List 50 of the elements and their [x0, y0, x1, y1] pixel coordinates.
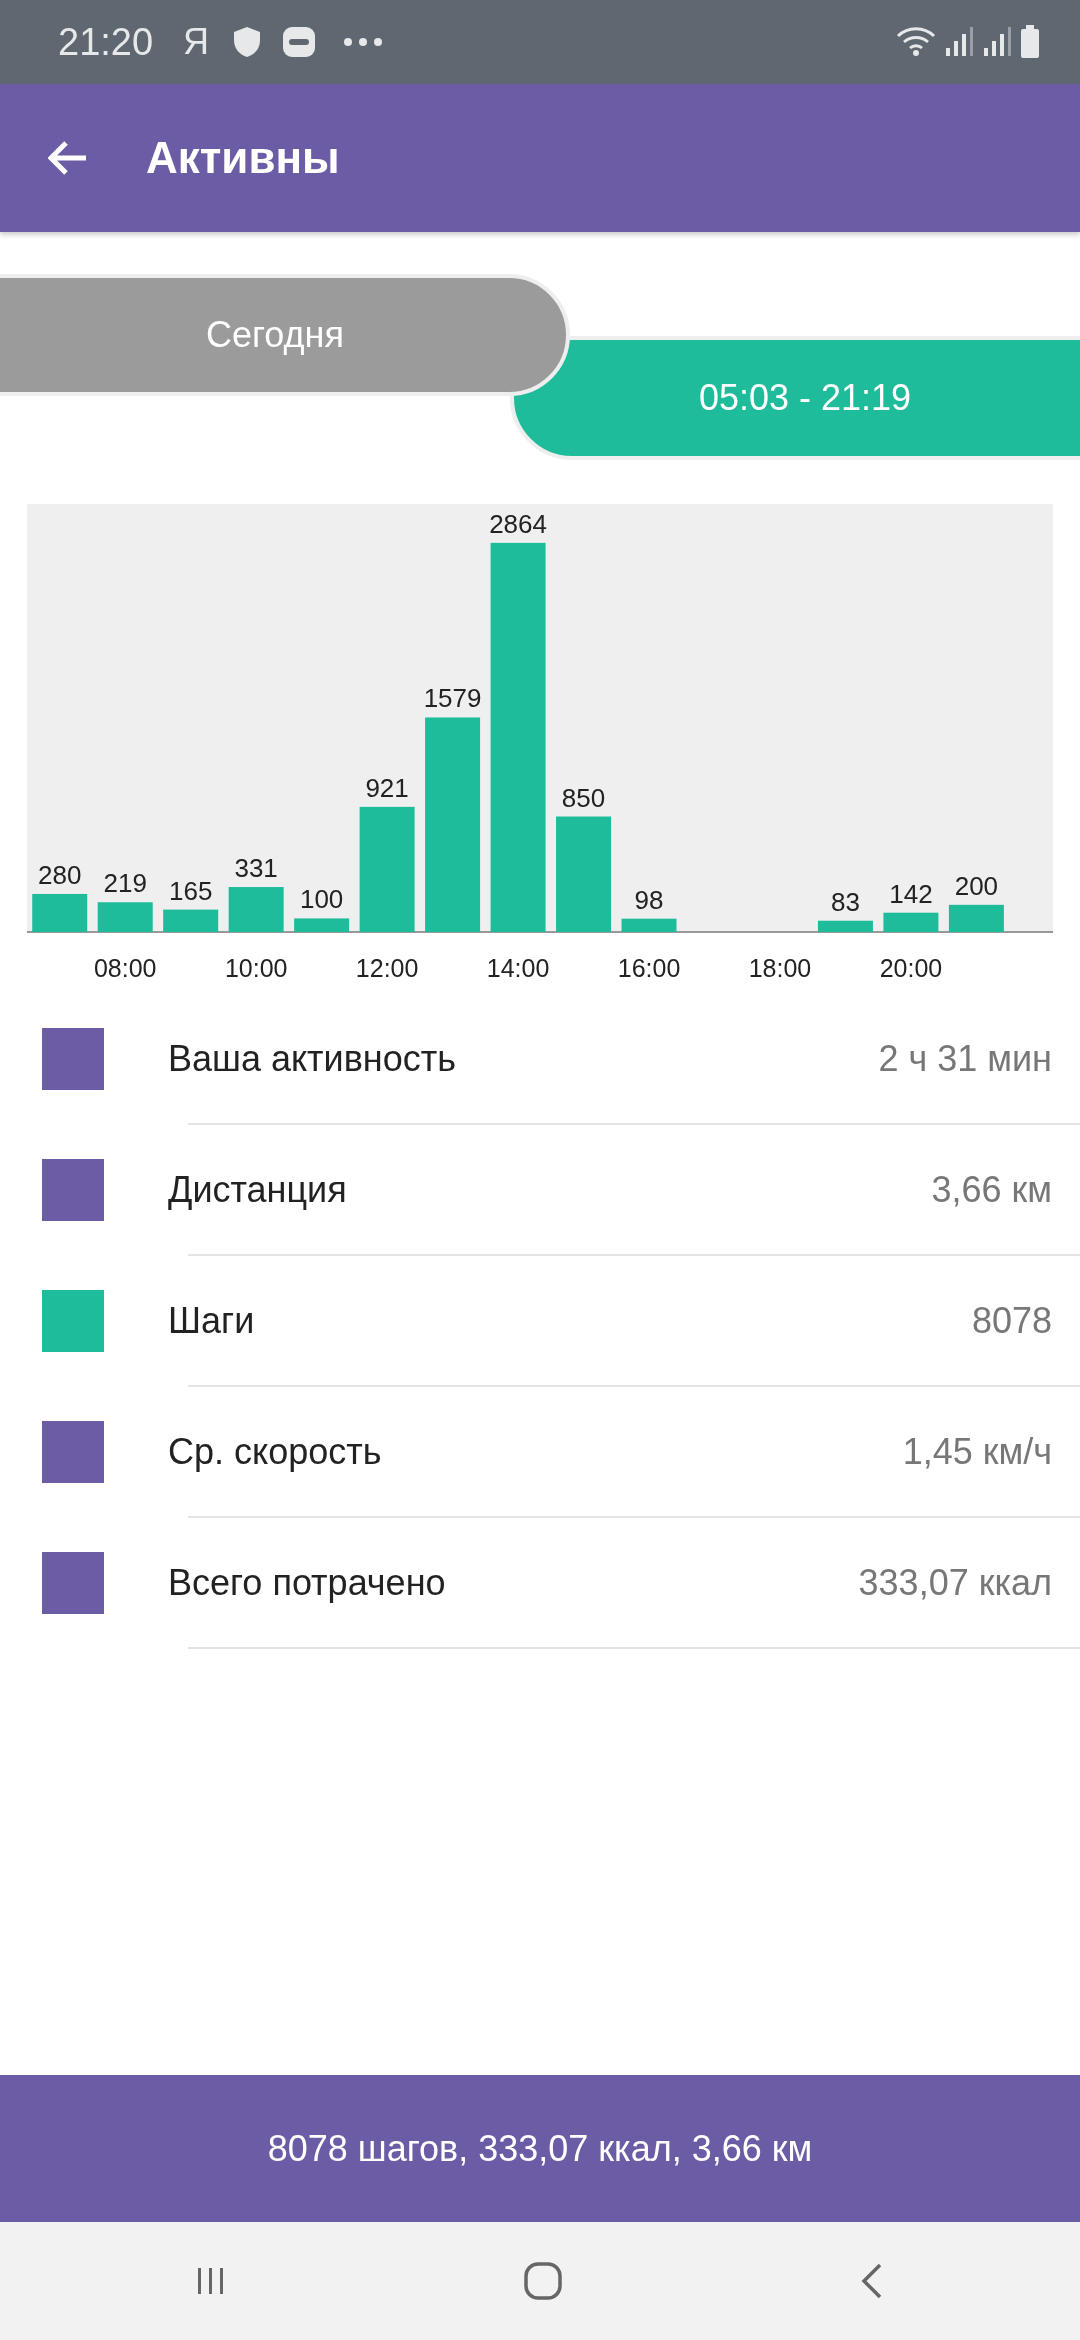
bar-value-label: 165: [169, 875, 213, 906]
axis-tick-label: 08:00: [93, 954, 157, 982]
bar-value-label: 142: [889, 878, 933, 909]
chart-bar: [97, 902, 153, 932]
bar-value-label: 2864: [489, 508, 547, 539]
home-icon[interactable]: [523, 2261, 563, 2301]
stat-label: Ваша активность: [168, 1036, 456, 1081]
bar-value-label: 98: [634, 884, 664, 915]
stat-label: Ср. скорость: [168, 1429, 382, 1474]
screen-title: Активны: [146, 132, 340, 184]
bar-value-label: 1579: [423, 683, 482, 714]
axis-tick-label: 18:00: [748, 954, 812, 982]
bar-value-label: 100: [299, 884, 344, 915]
more-icon: [343, 37, 384, 47]
stat-label: Всего потрачено: [168, 1560, 446, 1605]
chart-bar: [228, 887, 284, 932]
signal-icon: [944, 26, 974, 58]
status-time: 21:20: [58, 19, 154, 65]
axis-tick-label: 20:00: [879, 954, 943, 982]
day-button[interactable]: Сегодня: [0, 274, 570, 396]
battery-icon: [1020, 25, 1040, 59]
stat-label: Дистанция: [168, 1167, 347, 1212]
shield-icon: [233, 26, 262, 58]
chart-bar: [32, 893, 88, 932]
signal-icon: [982, 26, 1012, 58]
bar-value-label: 200: [954, 870, 999, 901]
bar-value-label: 219: [103, 868, 147, 899]
chart-bar: [163, 909, 219, 932]
bar-value-label: 331: [234, 853, 278, 884]
summary-text: 8078 шагов, 333,07 ккал, 3,66 км: [267, 2126, 813, 2171]
bar-value-label: 850: [561, 782, 606, 813]
stat-value: 3,66 км: [931, 1167, 1052, 1212]
bar-value-label: 83: [831, 886, 860, 917]
back-arrow-icon[interactable]: [48, 140, 88, 176]
stat-value: 333,07 ккал: [858, 1560, 1052, 1605]
axis-tick-label: 10:00: [224, 954, 288, 982]
axis-tick-label: 14:00: [486, 954, 550, 982]
chart-bar: [294, 918, 350, 932]
bar-value-label: 921: [365, 772, 409, 803]
wifi-icon: [896, 26, 936, 58]
back-icon[interactable]: [859, 2263, 884, 2299]
stat-value: 2 ч 31 мин: [878, 1036, 1052, 1081]
bar-value-label: 280: [38, 859, 82, 890]
axis-tick-label: 16:00: [617, 954, 681, 982]
stat-value: 8078: [971, 1298, 1052, 1343]
status-text: Я: [183, 20, 210, 64]
stat-value: 1,45 км/ч: [902, 1429, 1052, 1474]
axis-tick-label: 12:00: [355, 954, 419, 982]
stat-label: Шаги: [168, 1298, 255, 1343]
time-range-button[interactable]: 05:03 - 21:19: [510, 336, 1080, 460]
